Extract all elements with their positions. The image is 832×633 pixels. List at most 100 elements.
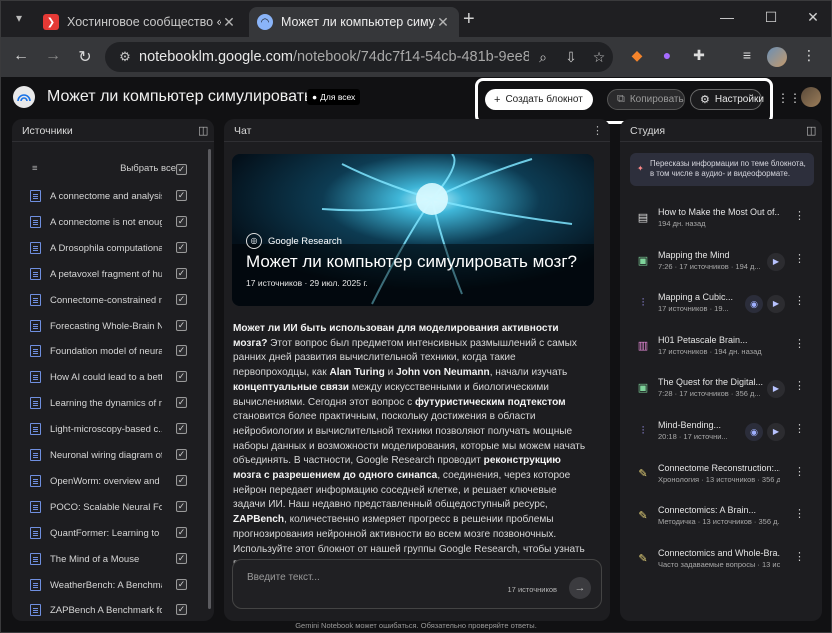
- source-item[interactable]: OpenWorm: overview and r... ✓: [30, 474, 190, 490]
- more-options-icon[interactable]: ⋮: [794, 294, 805, 307]
- source-item[interactable]: A petavoxel fragment of hu... ✓: [30, 267, 190, 283]
- profile-avatar[interactable]: [767, 47, 787, 67]
- zoom-icon[interactable]: ⌕: [529, 49, 557, 66]
- source-checkbox[interactable]: ✓: [176, 319, 187, 331]
- source-title[interactable]: A petavoxel fragment of hu...: [50, 269, 162, 280]
- source-item[interactable]: Light-microscopy-based c... ✓: [30, 422, 190, 438]
- source-title[interactable]: Forecasting Whole-Brain N...: [50, 321, 162, 332]
- maximize-icon[interactable]: ☐: [761, 9, 781, 26]
- minimize-icon[interactable]: —: [717, 9, 737, 25]
- media-control-icon[interactable]: ≡: [737, 47, 757, 67]
- play-icon[interactable]: ▶: [767, 252, 785, 271]
- source-checkbox[interactable]: ✓: [176, 552, 187, 564]
- send-button[interactable]: →: [569, 577, 591, 599]
- play-icon[interactable]: ▶: [767, 423, 785, 441]
- source-item[interactable]: Foundation model of neural... ✓: [30, 344, 190, 360]
- source-title[interactable]: Light-microscopy-based c...: [50, 424, 162, 435]
- source-checkbox[interactable]: ✓: [176, 241, 187, 253]
- collapse-panel-icon[interactable]: ◫: [806, 124, 816, 137]
- sources-scrollbar[interactable]: [208, 149, 211, 609]
- source-checkbox[interactable]: ✓: [176, 267, 187, 279]
- source-title[interactable]: A connectome is not enough...: [50, 217, 162, 228]
- extension-icon[interactable]: ●: [657, 47, 677, 67]
- source-item[interactable]: ZAPBench A Benchmark for... ✓: [30, 603, 190, 619]
- source-checkbox[interactable]: ✓: [176, 526, 187, 538]
- collapse-panel-icon[interactable]: ◫: [198, 124, 208, 137]
- forward-icon[interactable]: →: [43, 47, 63, 65]
- bookmark-star-icon[interactable]: ☆: [585, 49, 613, 66]
- source-item[interactable]: How AI could lead to a bett... ✓: [30, 370, 190, 386]
- source-title[interactable]: Learning the dynamics of r...: [50, 398, 162, 409]
- source-title[interactable]: OpenWorm: overview and r...: [50, 476, 162, 487]
- studio-item[interactable]: ▣ The Quest for the Digital... 7:28 · 17 и…: [634, 377, 818, 405]
- studio-banner[interactable]: ✦ Пересказы информации по теме блокнота,…: [630, 153, 814, 186]
- source-checkbox[interactable]: ✓: [176, 293, 187, 305]
- settings-button[interactable]: ⚙ Настройки: [690, 89, 764, 110]
- play-icon[interactable]: ▶: [767, 380, 785, 399]
- site-info-icon[interactable]: ⚙: [111, 49, 139, 65]
- source-item[interactable]: Connectome-constrained n... ✓: [30, 293, 190, 309]
- select-all-checkbox[interactable]: ✓: [176, 164, 187, 175]
- source-title[interactable]: WeatherBench: A Benchma...: [50, 580, 162, 591]
- more-options-icon[interactable]: ⋮: [794, 209, 805, 222]
- source-item[interactable]: Neuronal wiring diagram of ... ✓: [30, 448, 190, 464]
- source-item[interactable]: A connectome and analysis... ✓: [30, 189, 190, 205]
- source-title[interactable]: The Mind of a Mouse: [50, 554, 162, 565]
- source-checkbox[interactable]: ✓: [176, 215, 187, 227]
- play-icon[interactable]: ▶: [767, 295, 785, 314]
- browser-menu-icon[interactable]: ⋮: [799, 47, 819, 67]
- interactive-mode-icon[interactable]: ◉: [745, 423, 763, 441]
- copy-button[interactable]: ⧉ Копировать: [607, 89, 685, 110]
- chat-menu-icon[interactable]: ⋮: [592, 124, 603, 137]
- more-options-icon[interactable]: ⋮: [794, 252, 805, 265]
- more-options-icon[interactable]: ⋮: [794, 337, 805, 350]
- source-checkbox[interactable]: ✓: [176, 371, 187, 383]
- studio-item[interactable]: ✎ Connectomics and Whole-Bra... Часто зада…: [634, 548, 818, 576]
- more-options-icon[interactable]: ⋮: [794, 550, 805, 563]
- back-icon[interactable]: ←: [11, 47, 31, 65]
- url-text[interactable]: notebooklm.google.com/notebook/74dc7f14-…: [139, 49, 529, 65]
- source-item[interactable]: QuantFormer: Learning to ... ✓: [30, 526, 190, 542]
- address-bar[interactable]: ⚙ notebooklm.google.com/notebook/74dc7f1…: [105, 42, 613, 72]
- source-title[interactable]: Connectome-constrained n...: [50, 295, 162, 306]
- tab-timeweb[interactable]: ❯ Хостинговое сообщество «Tim ✕: [35, 7, 245, 37]
- studio-item[interactable]: ⫶ Mapping a Cubic... 17 источников · 19...…: [634, 292, 818, 320]
- notebooklm-logo-icon[interactable]: [13, 86, 35, 108]
- source-title[interactable]: How AI could lead to a bett...: [50, 372, 162, 383]
- source-checkbox[interactable]: ✓: [176, 423, 187, 435]
- user-avatar[interactable]: [801, 87, 821, 107]
- source-checkbox[interactable]: ✓: [176, 474, 187, 486]
- new-tab-icon[interactable]: +: [463, 9, 475, 29]
- studio-item[interactable]: ▤ How to Make the Most Out of... 194 дн. н…: [634, 207, 818, 235]
- close-window-icon[interactable]: ✕: [803, 9, 823, 26]
- close-tab-icon[interactable]: ✕: [221, 14, 237, 31]
- more-options-icon[interactable]: ⋮: [794, 507, 805, 520]
- studio-item[interactable]: ✎ Connectome Reconstruction:... Хронология…: [634, 463, 818, 491]
- chat-input-placeholder[interactable]: Введите текст...: [247, 572, 320, 583]
- puzzle-extensions-icon[interactable]: ✚: [689, 47, 709, 67]
- source-title[interactable]: A connectome and analysis...: [50, 191, 162, 202]
- source-title[interactable]: Foundation model of neural...: [50, 346, 162, 357]
- chat-input-box[interactable]: Введите текст... 17 источников →: [232, 559, 602, 609]
- close-tab-icon[interactable]: ✕: [435, 14, 451, 31]
- source-title[interactable]: A Drosophila computational...: [50, 243, 162, 254]
- studio-item[interactable]: ▥ H01 Petascale Brain... 17 источников · 1…: [634, 335, 818, 363]
- source-checkbox[interactable]: ✓: [176, 345, 187, 357]
- source-item[interactable]: Forecasting Whole-Brain N... ✓: [30, 319, 190, 335]
- tab-search-icon[interactable]: ▾: [11, 11, 27, 27]
- install-app-icon[interactable]: ⇩: [557, 49, 585, 66]
- source-checkbox[interactable]: ✓: [176, 190, 187, 201]
- source-item[interactable]: POCO: Scalable Neural For... ✓: [30, 500, 190, 516]
- source-title[interactable]: ZAPBench A Benchmark for...: [50, 605, 162, 616]
- source-checkbox[interactable]: ✓: [176, 604, 187, 616]
- more-options-icon[interactable]: ⋮: [794, 422, 805, 435]
- source-item[interactable]: The Mind of a Mouse ✓: [30, 552, 190, 568]
- tab-notebooklm[interactable]: ◠ Может ли компьютер симулир ✕: [249, 7, 459, 37]
- source-checkbox[interactable]: ✓: [176, 449, 187, 460]
- source-checkbox[interactable]: ✓: [176, 500, 187, 512]
- studio-item[interactable]: ✎ Connectomics: A Brain... Методичка · 13 …: [634, 505, 818, 533]
- filter-icon[interactable]: ≡: [32, 163, 38, 174]
- source-title[interactable]: POCO: Scalable Neural For...: [50, 502, 162, 513]
- more-options-icon[interactable]: ⋮: [794, 379, 805, 392]
- source-item[interactable]: Learning the dynamics of r... ✓: [30, 396, 190, 412]
